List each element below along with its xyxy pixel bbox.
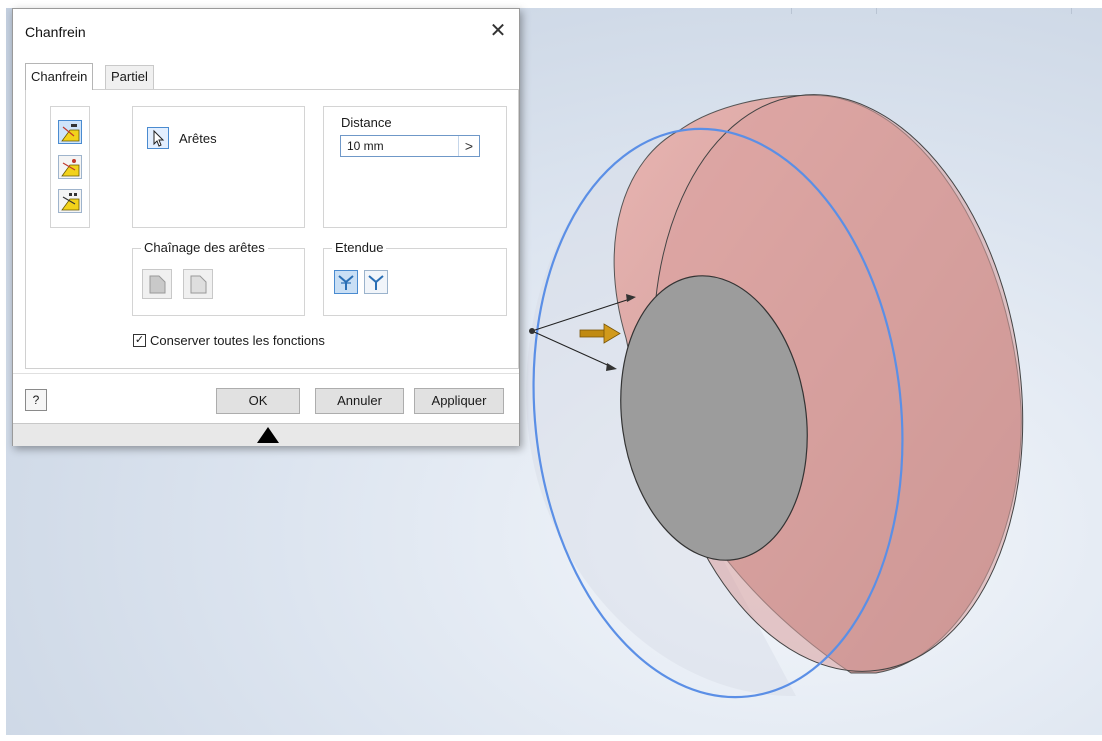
help-icon: ?: [32, 393, 40, 407]
edge-chain-group: Chaînage des arêtes: [132, 240, 305, 316]
chamfer-distance-icon: [61, 124, 80, 142]
extent-label: Etendue: [332, 240, 387, 255]
chamfer-distance-button[interactable]: [58, 120, 82, 144]
edge-chain-label: Chaînage des arêtes: [141, 240, 268, 255]
expand-triangle-icon: [257, 427, 279, 443]
distance-input[interactable]: 10 mm >: [340, 135, 480, 157]
distance-flyout-button[interactable]: >: [458, 136, 479, 156]
all-edges-icon: [149, 275, 166, 294]
select-edges-button[interactable]: [147, 127, 169, 149]
checkmark-icon: ✓: [134, 334, 145, 346]
preserve-features-label[interactable]: Conserver toutes les fonctions: [150, 333, 325, 348]
preserve-features-checkbox[interactable]: ✓: [133, 334, 146, 347]
chain-single-edge-button[interactable]: [183, 269, 213, 299]
chevron-right-icon: >: [464, 138, 474, 154]
edges-selection-group: Arêtes: [132, 106, 305, 228]
no-setback-icon: [368, 275, 384, 290]
tab-chanfrein[interactable]: Chanfrein: [25, 63, 94, 90]
chamfer-mode-group: [50, 106, 90, 228]
cancel-button[interactable]: Annuler: [315, 388, 404, 414]
distance-label: Distance: [341, 115, 392, 130]
distance-group: Distance 10 mm >: [323, 106, 507, 228]
chamfer-dialog: Chanfrein ✕ Chanfrein Partiel Arêtes Dis…: [12, 8, 520, 446]
chamfer-two-distances-button[interactable]: [58, 189, 82, 213]
chain-all-edges-button[interactable]: [142, 269, 172, 299]
cursor-arrow-icon: [153, 129, 165, 147]
apply-button[interactable]: Appliquer: [414, 388, 504, 414]
dialog-expand-bar[interactable]: [13, 423, 519, 446]
dimension-origin-point: [529, 328, 535, 334]
footer-divider: [13, 373, 519, 374]
tab-partiel[interactable]: Partiel: [105, 65, 154, 90]
help-button[interactable]: ?: [25, 389, 47, 411]
tab-panel-chanfrein: Arêtes Distance 10 mm > Chaînage des arê…: [25, 89, 519, 369]
single-edge-icon: [190, 275, 207, 294]
ok-button[interactable]: OK: [216, 388, 300, 414]
close-icon: ✕: [489, 20, 507, 42]
setback-icon: [338, 275, 354, 290]
no-setback-button[interactable]: [364, 270, 388, 294]
chamfer-distance-angle-icon: [61, 159, 80, 177]
extent-group: Etendue: [323, 240, 507, 316]
dialog-title: Chanfrein: [25, 24, 86, 40]
distance-value: 10 mm: [347, 139, 384, 153]
chamfer-distance-angle-button[interactable]: [58, 155, 82, 179]
setback-button[interactable]: [334, 270, 358, 294]
close-button[interactable]: ✕: [485, 19, 511, 45]
tab-label: Chanfrein: [31, 69, 88, 84]
chamfer-two-distances-icon: [61, 193, 80, 211]
dialog-title-bar[interactable]: Chanfrein ✕: [13, 9, 519, 53]
edges-label: Arêtes: [179, 131, 217, 146]
tab-label: Partiel: [111, 69, 148, 84]
